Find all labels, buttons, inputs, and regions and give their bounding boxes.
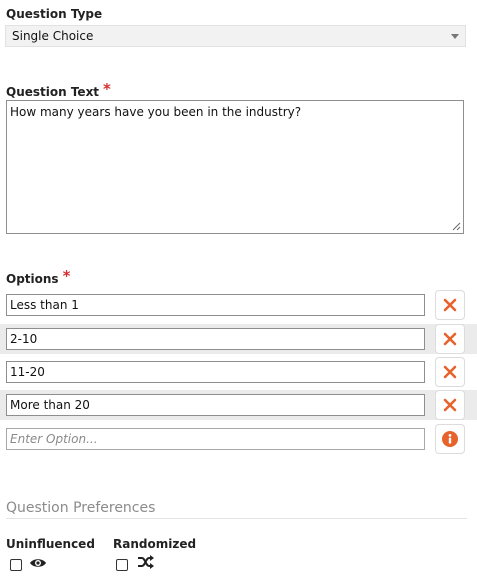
close-icon xyxy=(443,365,457,379)
randomized-checkbox[interactable] xyxy=(116,559,128,571)
shuffle-icon xyxy=(138,555,154,569)
question-text-input[interactable]: How many years have you been in the indu… xyxy=(6,100,464,234)
question-text-label-text: Question Text xyxy=(6,85,100,99)
close-icon xyxy=(443,332,457,346)
required-asterisk: * xyxy=(103,80,111,98)
close-icon xyxy=(443,398,457,412)
question-type-label: Question Type xyxy=(6,7,103,21)
question-type-select[interactable]: Single Choice xyxy=(5,25,466,47)
eye-icon xyxy=(30,559,46,567)
remove-option-button[interactable] xyxy=(435,290,465,320)
remove-option-button[interactable] xyxy=(435,390,465,420)
option-input[interactable]: More than 20 xyxy=(6,394,425,416)
section-divider xyxy=(6,518,467,519)
question-text-value: How many years have you been in the indu… xyxy=(10,105,302,119)
option-input[interactable]: 2-10 xyxy=(6,328,425,350)
randomized-label: Randomized xyxy=(113,537,197,551)
option-input[interactable]: 11-20 xyxy=(6,361,425,383)
remove-option-button[interactable] xyxy=(435,357,465,387)
uninfluenced-label: Uninfluenced xyxy=(6,537,95,551)
options-label-text: Options xyxy=(6,272,59,286)
option-info-button[interactable] xyxy=(435,424,465,454)
close-icon xyxy=(443,298,457,312)
chevron-down-icon xyxy=(451,34,459,39)
new-option-input[interactable]: Enter Option... xyxy=(6,428,425,450)
required-asterisk: * xyxy=(62,267,71,285)
preferences-title: Question Preferences xyxy=(6,500,156,516)
remove-option-button[interactable] xyxy=(435,324,465,354)
uninfluenced-checkbox[interactable] xyxy=(10,559,22,571)
question-text-label: Question Text * xyxy=(6,80,111,100)
question-type-value: Single Choice xyxy=(12,29,94,43)
options-label: Options * xyxy=(6,267,71,287)
option-input[interactable]: Less than 1 xyxy=(6,294,425,316)
info-icon xyxy=(442,431,458,447)
resize-grip-icon[interactable] xyxy=(451,221,461,231)
